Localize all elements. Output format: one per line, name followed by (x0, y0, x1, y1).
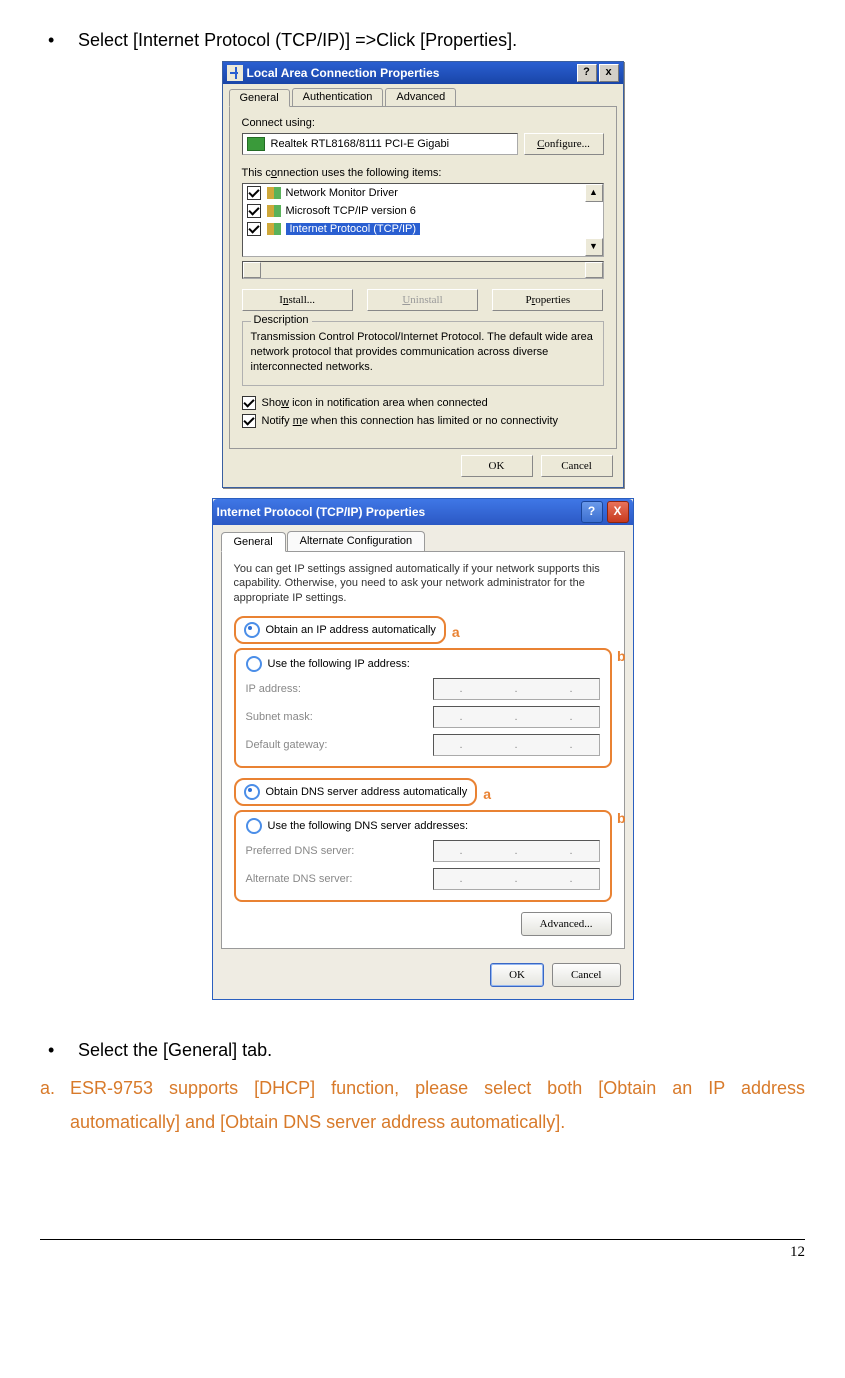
obtain-dns-highlight: Obtain DNS server address automatically (234, 778, 478, 806)
radio-obtain-dns[interactable] (244, 784, 260, 800)
item-label: Network Monitor Driver (286, 187, 398, 199)
pref-dns-label: Preferred DNS server: (246, 845, 433, 857)
list-item[interactable]: Microsoft TCP/IP version 6 (243, 202, 603, 220)
subnet-field: ... (433, 706, 600, 728)
gateway-label: Default gateway: (246, 739, 433, 751)
intro-text: You can get IP settings assigned automat… (234, 562, 612, 607)
gateway-field: ... (433, 734, 600, 756)
obtain-ip-label: Obtain an IP address automatically (266, 624, 436, 636)
advanced-button[interactable]: Advanced... (521, 912, 612, 936)
note-a-dhcp: a. ESR-9753 supports [DHCP] function, pl… (40, 1071, 805, 1139)
items-label: This connection uses the following items… (242, 167, 604, 179)
checkbox-icon[interactable] (247, 204, 261, 218)
properties-button[interactable]: Properties (492, 289, 603, 311)
alt-dns-field: ... (433, 868, 600, 890)
item-label: Internet Protocol (TCP/IP) (286, 223, 421, 235)
configure-button[interactable]: Configure... (524, 133, 604, 155)
radio-use-ip[interactable] (246, 656, 262, 672)
item-label: Microsoft TCP/IP version 6 (286, 205, 416, 217)
protocol-icon (267, 187, 281, 199)
cancel-button[interactable]: Cancel (541, 455, 613, 477)
use-dns-label: Use the following DNS server addresses: (268, 820, 469, 832)
list-item[interactable]: Network Monitor Driver (243, 184, 603, 202)
obtain-dns-label: Obtain DNS server address automatically (266, 786, 468, 798)
annotation-b: b (617, 648, 626, 664)
titlebar[interactable]: Internet Protocol (TCP/IP) Properties ? … (213, 499, 633, 525)
horizontal-scrollbar[interactable] (242, 261, 604, 279)
cancel-button[interactable]: Cancel (552, 963, 621, 987)
adapter-name: Realtek RTL8168/8111 PCI-E Gigabi (271, 138, 450, 150)
ip-address-label: IP address: (246, 683, 433, 695)
tab-general[interactable]: General (229, 89, 290, 107)
protocol-icon (267, 205, 281, 217)
uninstall-button: Uninstall (367, 289, 478, 311)
ok-button[interactable]: OK (461, 455, 533, 477)
close-button[interactable]: x (599, 64, 619, 82)
checkbox-icon[interactable] (247, 186, 261, 200)
tab-authentication[interactable]: Authentication (292, 88, 384, 106)
annotation-a: a (483, 786, 491, 802)
radio-obtain-ip[interactable] (244, 622, 260, 638)
tabs: General Alternate Configuration (213, 525, 633, 551)
description-text: Transmission Control Protocol/Internet P… (251, 330, 595, 375)
ok-button[interactable]: OK (490, 963, 544, 987)
description-title: Description (251, 314, 312, 326)
subnet-label: Subnet mask: (246, 711, 433, 723)
pref-dns-field: ... (433, 840, 600, 862)
network-adapter-icon (247, 137, 265, 151)
show-icon-label: Show icon in notification area when conn… (262, 397, 488, 409)
lan-properties-dialog: Local Area Connection Properties ? x Gen… (222, 61, 624, 488)
connection-icon (227, 65, 243, 81)
checkbox-icon[interactable] (242, 396, 256, 410)
tab-alternate[interactable]: Alternate Configuration (287, 531, 426, 551)
close-button[interactable]: X (607, 501, 629, 523)
radio-use-dns[interactable] (246, 818, 262, 834)
use-ip-label: Use the following IP address: (268, 658, 410, 670)
checkbox-icon[interactable] (242, 414, 256, 428)
bullet: • (40, 1040, 78, 1061)
obtain-ip-highlight: Obtain an IP address automatically (234, 616, 446, 644)
window-title: Internet Protocol (TCP/IP) Properties (217, 505, 426, 519)
step-select-tcpip: • Select [Internet Protocol (TCP/IP)] =>… (40, 30, 805, 51)
static-ip-highlight: b Use the following IP address: IP addre… (234, 648, 612, 768)
notify-label: Notify me when this connection has limit… (262, 415, 559, 427)
annotation-b: b (617, 810, 626, 826)
general-panel: You can get IP settings assigned automat… (221, 551, 625, 950)
description-group: Description Transmission Control Protoco… (242, 321, 604, 386)
scroll-up-button[interactable]: ▲ (585, 184, 603, 202)
tab-advanced[interactable]: Advanced (385, 88, 456, 106)
protocol-icon (267, 223, 281, 235)
adapter-field[interactable]: Realtek RTL8168/8111 PCI-E Gigabi (242, 133, 518, 155)
general-panel: Connect using: Realtek RTL8168/8111 PCI-… (229, 106, 617, 449)
marker-a: a. (40, 1071, 70, 1139)
step-select-general-text: Select the [General] tab. (78, 1040, 805, 1061)
help-button[interactable]: ? (577, 64, 597, 82)
list-item-selected[interactable]: Internet Protocol (TCP/IP) (243, 220, 603, 238)
connect-using-label: Connect using: (242, 117, 604, 129)
static-dns-highlight: b Use the following DNS server addresses… (234, 810, 612, 902)
alt-dns-label: Alternate DNS server: (246, 873, 433, 885)
protocol-list[interactable]: ▲ ▼ Network Monitor Driver Microsoft TCP… (242, 183, 604, 257)
help-button[interactable]: ? (581, 501, 603, 523)
annotation-a: a (452, 624, 460, 640)
titlebar[interactable]: Local Area Connection Properties ? x (223, 62, 623, 84)
tab-general[interactable]: General (221, 532, 286, 552)
tcpip-properties-dialog: Internet Protocol (TCP/IP) Properties ? … (212, 498, 634, 1001)
step-select-tcpip-text: Select [Internet Protocol (TCP/IP)] =>Cl… (78, 30, 805, 51)
window-title: Local Area Connection Properties (247, 62, 440, 84)
step-select-general: • Select the [General] tab. (40, 1040, 805, 1061)
bullet: • (40, 30, 78, 51)
checkbox-icon[interactable] (247, 222, 261, 236)
tabs: General Authentication Advanced (223, 84, 623, 106)
note-a-text: ESR-9753 supports [DHCP] function, pleas… (70, 1071, 805, 1139)
scroll-down-button[interactable]: ▼ (585, 238, 603, 256)
install-button[interactable]: Install... (242, 289, 353, 311)
ip-address-field: ... (433, 678, 600, 700)
page-number: 12 (40, 1240, 805, 1261)
